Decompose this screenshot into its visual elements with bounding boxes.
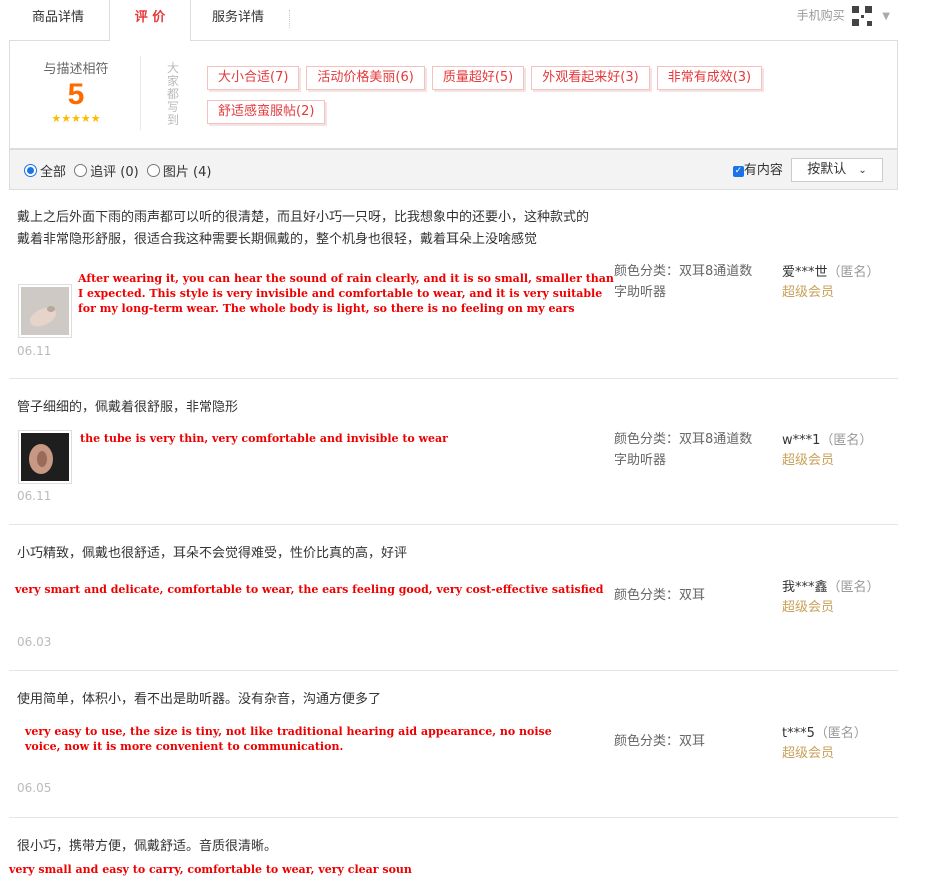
review-text: 很小巧，携带方便，佩戴舒适。音质很清晰。 (17, 839, 278, 854)
qr-code-icon (852, 6, 873, 26)
chevron-down-icon: ⌄ (858, 165, 867, 176)
radio-icon (24, 164, 37, 177)
radio-icon (74, 164, 88, 177)
summary-divider (140, 56, 141, 130)
tab-separator (289, 10, 290, 28)
anonymous-label: （匿名） (814, 726, 867, 741)
star-rating: ★★★★★ (51, 112, 101, 125)
has-content-checkbox[interactable]: ✓ 有内容 (732, 162, 783, 178)
filter-all[interactable]: 全部 (24, 164, 67, 180)
filter-radios: 全部 追评 (0) 图片 (4) (24, 161, 215, 180)
filter-bar: 全部 追评 (0) 图片 (4) ✓ 有内容 按默认 ⌄ (9, 149, 898, 190)
filter-all-label: 全部 (40, 165, 67, 180)
review-item: 戴上之后外面下雨的雨声都可以听的很清楚，而且好小巧一只呀，比我想象中的还要小，这… (9, 189, 898, 379)
has-content-label: 有内容 (743, 162, 783, 178)
review-sku: 颜色分类：双耳8通道数字助听器 (614, 432, 753, 468)
hand-photo-icon (21, 287, 69, 335)
review-text: 管子细细的，佩戴着很舒服，非常隐形 (17, 400, 239, 415)
vip-badge: 超级会员 (782, 600, 835, 615)
tag-comfort[interactable]: 舒适感蛮服帖(2) (207, 100, 326, 124)
tab-service-details[interactable]: 服务详情 (212, 0, 264, 38)
review-user: w***1（匿名） 超级会员 (782, 431, 872, 471)
review-english: the tube is very thin, very comfortable … (80, 432, 448, 445)
review-text: 戴上之后外面下雨的雨声都可以听的很清楚，而且好小巧一只呀，比我想象中的还要小，这… (17, 210, 590, 247)
filter-pictures-label: 图片 (4) (162, 165, 212, 180)
chevron-down-icon: ▼ (882, 10, 890, 22)
vip-badge: 超级会员 (782, 285, 835, 300)
review-date: 06.11 (17, 489, 52, 503)
review-photo[interactable] (18, 284, 72, 338)
review-date: 06.11 (17, 344, 52, 358)
score-value: 5 (67, 78, 85, 111)
review-item: 小巧精致，佩戴也很舒适，耳朵不会觉得难受，性价比真的高，好评 very smar… (9, 525, 898, 671)
sort-dropdown[interactable]: 按默认 ⌄ (791, 158, 883, 182)
filter-followup[interactable]: 追评 (0) (74, 164, 139, 180)
review-english: very smart and delicate, comfortable to … (15, 583, 604, 596)
sort-label: 按默认 (807, 162, 847, 177)
tag-price[interactable]: 活动价格美丽(6) (306, 66, 425, 90)
tab-product-details[interactable]: 商品详情 (32, 0, 84, 38)
review-text: 小巧精致，佩戴也很舒适，耳朵不会觉得难受，性价比真的高，好评 (17, 546, 408, 561)
anonymous-label: （匿名） (820, 433, 873, 448)
tag-appearance[interactable]: 外观看起来好(3) (531, 66, 650, 90)
review-sku: 颜色分类：双耳 (614, 588, 706, 603)
match-label: 与描述相符 (43, 62, 109, 77)
tag-effect[interactable]: 非常有成效(3) (656, 66, 763, 90)
review-user: 我***鑫（匿名） 超级会员 (782, 578, 880, 618)
review-photo[interactable] (18, 430, 72, 484)
review-sku: 颜色分类：双耳 (614, 734, 706, 749)
user-name: t***5 (782, 726, 815, 741)
vip-badge: 超级会员 (782, 453, 835, 468)
radio-icon (146, 164, 160, 177)
review-tabs: 商品详情 评 价 服务详情 手机购买 ▼ (9, 0, 898, 41)
anonymous-label: （匿名） (827, 580, 880, 595)
vip-badge: 超级会员 (782, 746, 835, 761)
checkbox-checked-icon: ✓ (732, 165, 744, 177)
filter-followup-label: 追评 (0) (90, 165, 139, 180)
tag-size[interactable]: 大小合适(7) (207, 66, 300, 90)
mobile-buy-label: 手机购买 (796, 8, 845, 23)
tag-quality[interactable]: 质量超好(5) (431, 66, 525, 90)
user-name: 爱***世 (782, 265, 828, 280)
review-user: t***5（匿名） 超级会员 (782, 724, 867, 764)
review-english: very small and easy to carry, comfortabl… (9, 863, 412, 876)
mobile-buy[interactable]: 手机购买 ▼ (797, 6, 890, 26)
anonymous-label: （匿名） (827, 265, 880, 280)
rating-summary: 与描述相符 5 ★★★★★ 大家都写到 大小合适(7) 活动价格美丽(6) 质量超好… (9, 40, 898, 149)
ear-photo-icon (21, 433, 69, 481)
user-name: 我***鑫 (782, 580, 828, 595)
impression-tags: 大小合适(7) 活动价格美丽(6) 质量超好(5) 外观看起来好(3) 非常有成效(3)… (207, 66, 897, 134)
filter-right-controls: ✓ 有内容 按默认 ⌄ (732, 158, 883, 182)
filter-pictures[interactable]: 图片 (4) (146, 164, 212, 180)
score-box: 与描述相符 5 ★★★★★ (28, 58, 124, 125)
review-date: 06.03 (17, 635, 52, 649)
review-item: 管子细细的，佩戴着很舒服，非常隐形 the tube is very thin,… (9, 379, 898, 525)
user-name: w***1 (782, 433, 821, 448)
everyone-wrote-label: 大家都写到 (167, 61, 180, 127)
review-item: 使用简单，体积小，看不出是助听器。没有杂音，沟通方便多了 very easy t… (9, 671, 898, 818)
review-english: very easy to use, the size is tiny, not … (25, 725, 552, 753)
review-text: 使用简单，体积小，看不出是助听器。没有杂音，沟通方便多了 (17, 692, 382, 707)
review-user: 爱***世（匿名） 超级会员 (782, 263, 880, 303)
review-item: 很小巧，携带方便，佩戴舒适。音质很清晰。 very small and easy… (9, 818, 898, 879)
tab-reviews[interactable]: 评 价 (109, 0, 191, 41)
review-date: 06.05 (17, 781, 52, 795)
review-sku: 颜色分类：双耳8通道数字助听器 (614, 264, 753, 300)
review-english: After wearing it, you can hear the sound… (78, 272, 614, 315)
